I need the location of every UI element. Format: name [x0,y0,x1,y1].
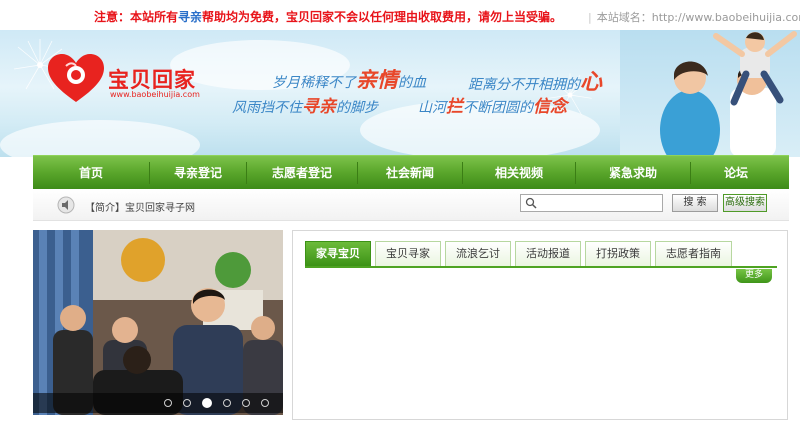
notice-highlight: 寻亲 [178,10,203,24]
advanced-search-button[interactable]: 高级搜索 [723,194,767,212]
tab-item[interactable]: 宝贝寻家 [375,241,441,266]
slogan-text: 岁月 [272,75,300,91]
search-button[interactable]: 搜 索 [672,194,718,212]
slideshow-photo-image [33,230,283,415]
site-intro[interactable]: 【简介】宝贝回家寻子网 [85,199,195,214]
notice-text: 注意：本站所有寻亲帮助均为免费，宝贝回家不会以任何理由收取费用，请勿上当受骗。 [94,8,562,25]
more-button[interactable]: 更多 [736,269,772,283]
logo-heart-icon[interactable] [46,52,106,104]
slogan-text: 风雨挡不住 [232,100,302,116]
slogan-emphasis: 寻亲 [302,97,336,117]
slogan-text: 山河 [418,100,446,116]
nav-item-register[interactable]: 寻亲登记 [150,156,246,190]
nav-item-news[interactable]: 社会新闻 [358,156,462,190]
slideshow-dot[interactable] [223,399,231,407]
tab-bar: 家寻宝贝 宝贝寻家 流浪乞讨 活动报道 打拐政策 志愿者指南 [305,241,732,267]
slideshow-dot[interactable] [242,399,250,407]
news-tabs-panel: 家寻宝贝 宝贝寻家 流浪乞讨 活动报道 打拐政策 志愿者指南 更多 [292,230,788,420]
slogan-text: 的脚步 [336,100,378,116]
slogan-text: 距离分不开相拥的 [468,77,580,93]
slogan-emphasis: 信念 [533,97,567,117]
tab-underline [305,266,777,268]
search-input[interactable] [520,194,663,212]
slogan-emphasis: 心 [580,70,603,95]
news-slideshow[interactable] [33,230,283,415]
cloud-decoration [0,120,200,157]
slideshow-dots [33,393,283,413]
speaker-icon [57,196,75,214]
notice-bar: 注意：本站所有寻亲帮助均为免费，宝贝回家不会以任何理由收取费用，请勿上当受骗。 … [0,0,800,30]
notice-part1: 注意：本站所有 [94,10,179,24]
slogan-emphasis: 拦 [446,97,463,117]
nav-item-forum[interactable]: 论坛 [691,156,781,190]
slideshow-dot[interactable] [164,399,172,407]
slogan-text: 的血 [398,75,426,91]
slogan-text: 稀释不了 [300,75,356,91]
nav-item-videos[interactable]: 相关视频 [463,156,575,190]
tab-item[interactable]: 活动报道 [515,241,581,266]
tab-item[interactable]: 流浪乞讨 [445,241,511,266]
header-banner: 宝贝回家 www.baobeihuijia.com 岁月稀释不了亲情的血 距离分… [0,30,800,157]
slogan-text: 不断团圆的 [463,100,533,116]
logo-url: www.baobeihuijia.com [110,90,200,99]
nav-item-home[interactable]: 首页 [33,156,149,190]
tab-item[interactable]: 志愿者指南 [655,241,732,266]
page: 注意：本站所有寻亲帮助均为免费，宝贝回家不会以任何理由收取费用，请勿上当受骗。 … [0,0,800,425]
nav-item-volunteer[interactable]: 志愿者登记 [247,156,357,190]
search-bar: 【简介】宝贝回家寻子网 搜 索 高级搜索 [33,189,789,221]
notice-part3: 帮助均为免费，宝贝回家不会以任何理由收取费用，请勿上当受骗。 [202,10,563,24]
tab-item[interactable]: 打拐政策 [585,241,651,266]
slogan-line2b: 山河拦不断团圆的信念 [418,92,567,117]
domain-separator: | [588,11,592,24]
main-nav: 首页 寻亲登记 志愿者登记 社会新闻 相关视频 紧急求助 论坛 [33,155,789,189]
nav-item-help[interactable]: 紧急求助 [576,156,690,190]
site-domain: | 本站域名：http://www.baobeihuijia.com [588,9,800,25]
slogan-line2: 风雨挡不住寻亲的脚步 [232,92,378,117]
slogan-emphasis: 亲情 [356,68,398,92]
slideshow-dot[interactable] [183,399,191,407]
slogan-line1: 岁月稀释不了亲情的血 [272,64,426,94]
slideshow-dot[interactable] [202,398,212,408]
site-domain-text: 本站域名：http://www.baobeihuijia.com [596,11,800,24]
family-photo-image [620,30,800,157]
slideshow-dot[interactable] [261,399,269,407]
search-icon [525,197,537,209]
tab-item[interactable]: 家寻宝贝 [305,241,371,266]
